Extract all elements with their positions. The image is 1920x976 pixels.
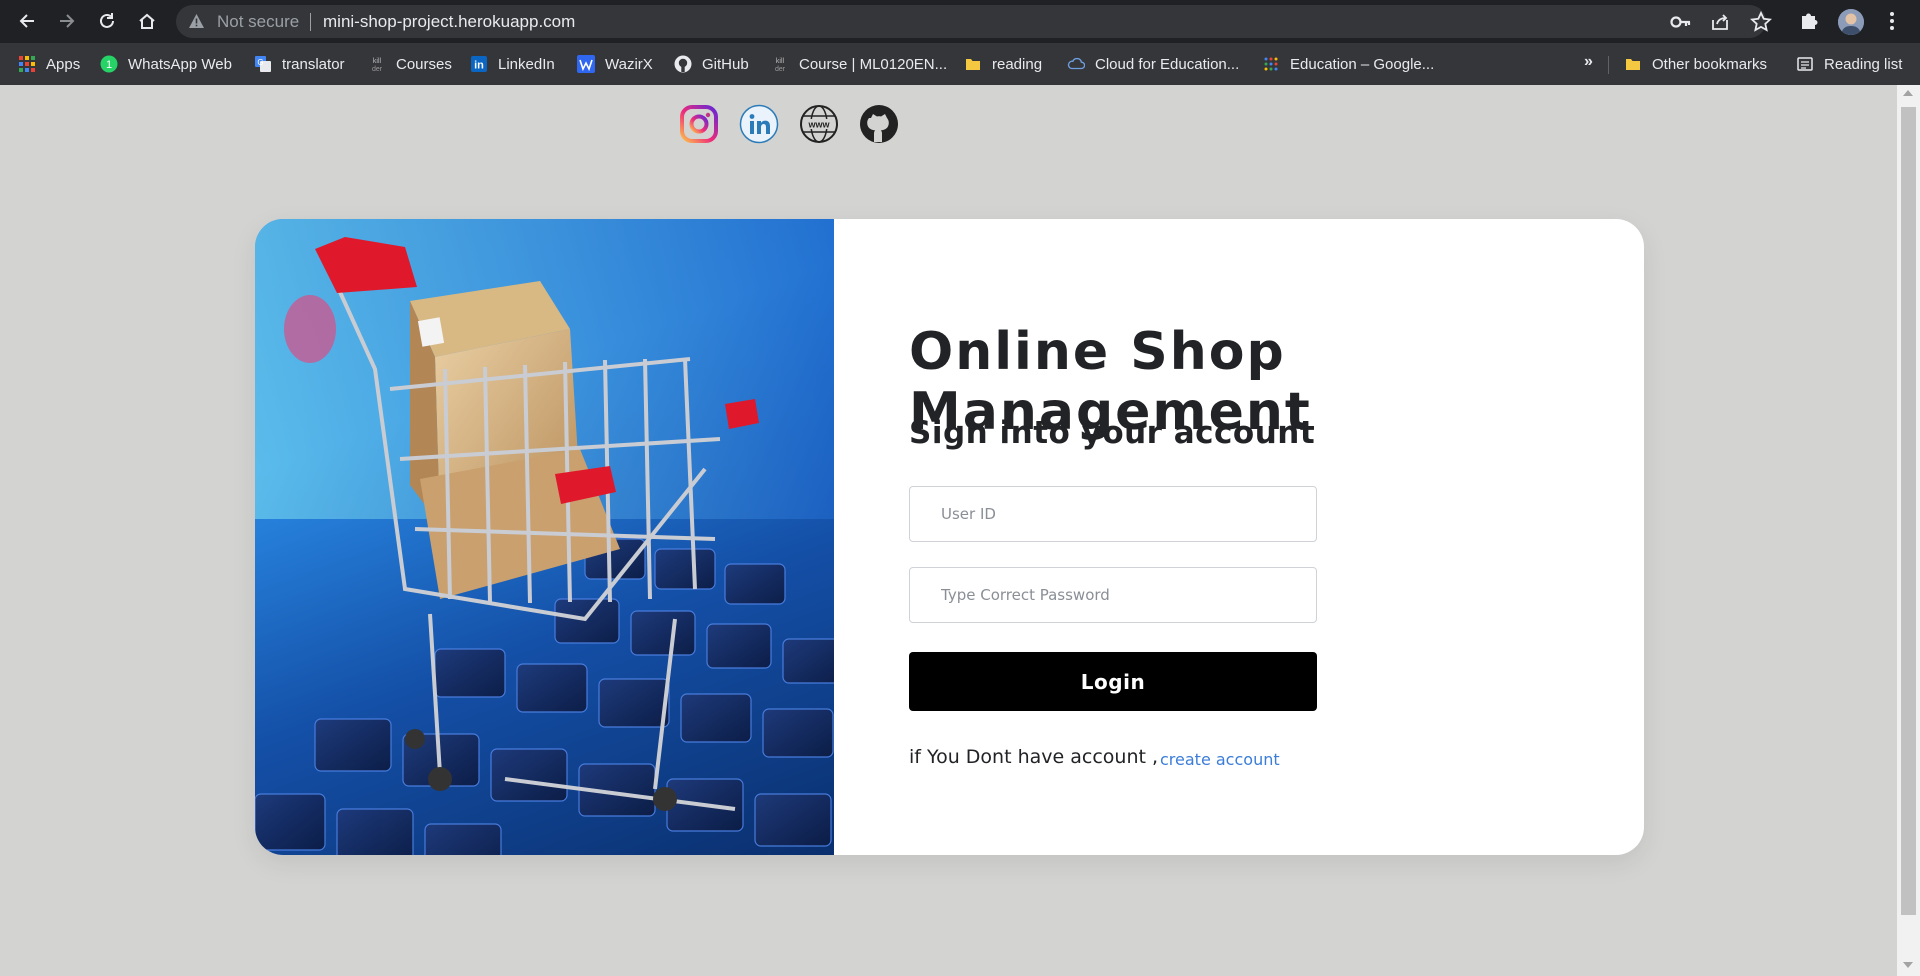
arrow-right-icon: [60, 14, 75, 28]
linkedin-link[interactable]: [739, 104, 779, 144]
no-account-text: if You Dont have account ,: [909, 746, 1159, 768]
github-link[interactable]: [859, 104, 899, 144]
bookmark-translator[interactable]: G translator: [254, 52, 345, 76]
reading-list-button[interactable]: Reading list: [1796, 52, 1902, 76]
svg-text:www: www: [807, 120, 830, 130]
bookmark-label: LinkedIn: [498, 55, 555, 73]
bookmark-courses[interactable]: kill der Courses: [368, 52, 452, 76]
folder-icon: [964, 55, 982, 73]
security-label[interactable]: Not secure: [217, 12, 299, 32]
bookmark-label: WhatsApp Web: [128, 55, 232, 73]
github-icon: [674, 55, 692, 73]
bookmark-reading[interactable]: reading: [964, 52, 1042, 76]
bookmark-label: Education – Google...: [1290, 55, 1435, 73]
linkedin-icon: in: [470, 55, 488, 73]
bookmark-cloud-education[interactable]: Cloud for Education...: [1067, 52, 1239, 76]
home-icon: [139, 13, 155, 29]
bookmarks-overflow-button[interactable]: »: [1584, 53, 1593, 71]
ibm-cloud-icon: [1067, 55, 1085, 73]
key-icon[interactable]: [1670, 12, 1692, 32]
bookmark-star-icon[interactable]: [1750, 11, 1772, 33]
omnibox-divider: [310, 13, 311, 31]
google-dots-icon: [1262, 55, 1280, 73]
reload-button[interactable]: [94, 8, 120, 34]
bookmark-label: Cloud for Education...: [1095, 55, 1240, 73]
skillsbuilder-icon: kill der: [771, 55, 789, 73]
arrow-left-icon: [19, 14, 34, 28]
scroll-up-arrow-icon[interactable]: [1903, 90, 1913, 96]
page-subtitle: Sign into your account: [909, 415, 1316, 451]
bookmark-education-google[interactable]: Education – Google...: [1262, 52, 1434, 76]
instagram-link[interactable]: [679, 104, 719, 144]
bookmarks-divider: [1608, 56, 1609, 74]
warning-icon[interactable]: [188, 13, 205, 29]
bookmark-wazirx[interactable]: WazirX: [577, 52, 653, 76]
github-icon: [860, 105, 898, 143]
instagram-icon: [680, 105, 718, 143]
apps-grid-icon: [18, 55, 36, 73]
bookmark-label: Other bookmarks: [1652, 55, 1768, 73]
wazirx-icon: [577, 55, 595, 73]
bookmark-apps[interactable]: Apps: [18, 52, 80, 76]
home-button[interactable]: [134, 8, 160, 34]
share-icon[interactable]: [1710, 12, 1730, 32]
url-text[interactable]: mini-shop-project.herokuapp.com: [323, 12, 575, 32]
user-avatar-icon: [1838, 9, 1864, 35]
bookmark-linkedin[interactable]: in LinkedIn: [470, 52, 555, 76]
whatsapp-icon: 1: [100, 55, 118, 73]
shopping-cart-image: [255, 219, 834, 855]
svg-text:G: G: [257, 58, 263, 67]
login-button[interactable]: Login: [909, 652, 1317, 711]
bookmark-course-ml[interactable]: kill der Course | ML0120EN...: [771, 52, 947, 76]
reading-list-icon: [1796, 55, 1814, 73]
bookmark-label: Reading list: [1824, 55, 1903, 73]
address-bar[interactable]: Not secure mini-shop-project.herokuapp.c…: [176, 5, 1772, 38]
profile-avatar[interactable]: [1838, 9, 1864, 35]
page-scrollbar-thumb[interactable]: [1901, 107, 1916, 915]
bookmark-whatsapp[interactable]: 1 WhatsApp Web: [100, 52, 232, 76]
bookmark-label: translator: [282, 55, 345, 73]
bookmarks-bar: Apps 1 WhatsApp Web G translator kill der…: [0, 43, 1920, 85]
browser-toolbar: Not secure mini-shop-project.herokuapp.c…: [0, 0, 1920, 43]
skillsbuilder-icon: kill der: [368, 55, 386, 73]
forward-button[interactable]: [54, 8, 80, 34]
browser-menu-button[interactable]: [1888, 9, 1896, 33]
create-account-link[interactable]: create account: [1160, 750, 1280, 769]
website-link[interactable]: www: [799, 104, 839, 144]
user-id-input[interactable]: [909, 486, 1317, 542]
svg-text:in: in: [474, 60, 484, 72]
bookmark-github[interactable]: GitHub: [674, 52, 749, 76]
extensions-puzzle-icon[interactable]: [1798, 9, 1820, 31]
folder-icon: [1624, 55, 1642, 73]
bookmark-label: GitHub: [702, 55, 749, 73]
reload-icon: [100, 13, 114, 28]
google-translate-icon: G: [254, 55, 272, 73]
linkedin-icon: [739, 104, 779, 144]
bookmark-other[interactable]: Other bookmarks: [1624, 52, 1767, 76]
login-card: Online Shop Management Sign into your ac…: [255, 219, 1644, 855]
bookmark-label: Apps: [46, 55, 81, 73]
bookmark-label: Courses: [396, 55, 452, 73]
bookmark-label: WazirX: [605, 55, 653, 73]
svg-text:1: 1: [106, 59, 112, 71]
bookmark-label: reading: [992, 55, 1043, 73]
scroll-down-arrow-icon[interactable]: [1903, 962, 1913, 968]
bookmark-label: Course | ML0120EN...: [799, 55, 948, 73]
svg-text:der: der: [775, 66, 786, 73]
password-input[interactable]: [909, 567, 1317, 623]
website-www-icon: www: [800, 105, 838, 143]
svg-text:kill: kill: [373, 58, 382, 65]
svg-text:der: der: [372, 66, 383, 73]
svg-text:kill: kill: [776, 58, 785, 65]
back-button[interactable]: [14, 8, 40, 34]
